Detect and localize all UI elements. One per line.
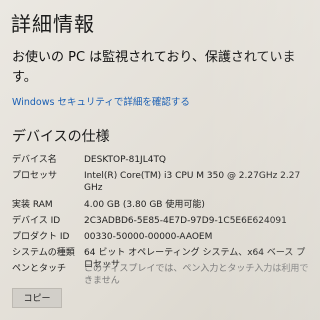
copy-button[interactable]: コピー: [12, 288, 62, 308]
settings-about-page: 詳細情報 お使いの PC は監視されており、保護されています。 Windows …: [0, 0, 320, 320]
spec-value: 4.00 GB (3.80 GB 使用可能): [84, 200, 205, 210]
spec-value: Intel(R) Core(TM) i3 CPU M 350 @ 2.27GHz…: [84, 171, 301, 193]
windows-security-link[interactable]: Windows セキュリティで詳細を確認する: [12, 94, 190, 108]
spec-label: システムの種類: [12, 248, 75, 258]
spec-label: プロダクト ID: [12, 232, 70, 242]
spec-label: プロセッサ: [12, 171, 58, 181]
spec-value: DESKTOP-81JL4TQ: [84, 155, 167, 165]
spec-label: 実装 RAM: [12, 200, 53, 210]
spec-label: デバイス名: [12, 155, 57, 165]
protection-notice: お使いの PC は監視されており、保護されています。: [12, 50, 296, 85]
spec-value: このディスプレイでは、ペン入力とタッチ入力は利用できません: [84, 264, 309, 286]
spec-value: 00330-50000-00000-AAOEM: [84, 232, 213, 242]
spec-label: ペンとタッチ: [12, 264, 67, 274]
page-title: 詳細情報: [11, 12, 95, 36]
device-specs-heading: デバイスの仕様: [12, 129, 110, 145]
spec-value: 2C3ADBD6-5E85-4E7D-97D9-1C5E6E624091: [84, 216, 287, 226]
spec-label: デバイス ID: [12, 216, 61, 226]
